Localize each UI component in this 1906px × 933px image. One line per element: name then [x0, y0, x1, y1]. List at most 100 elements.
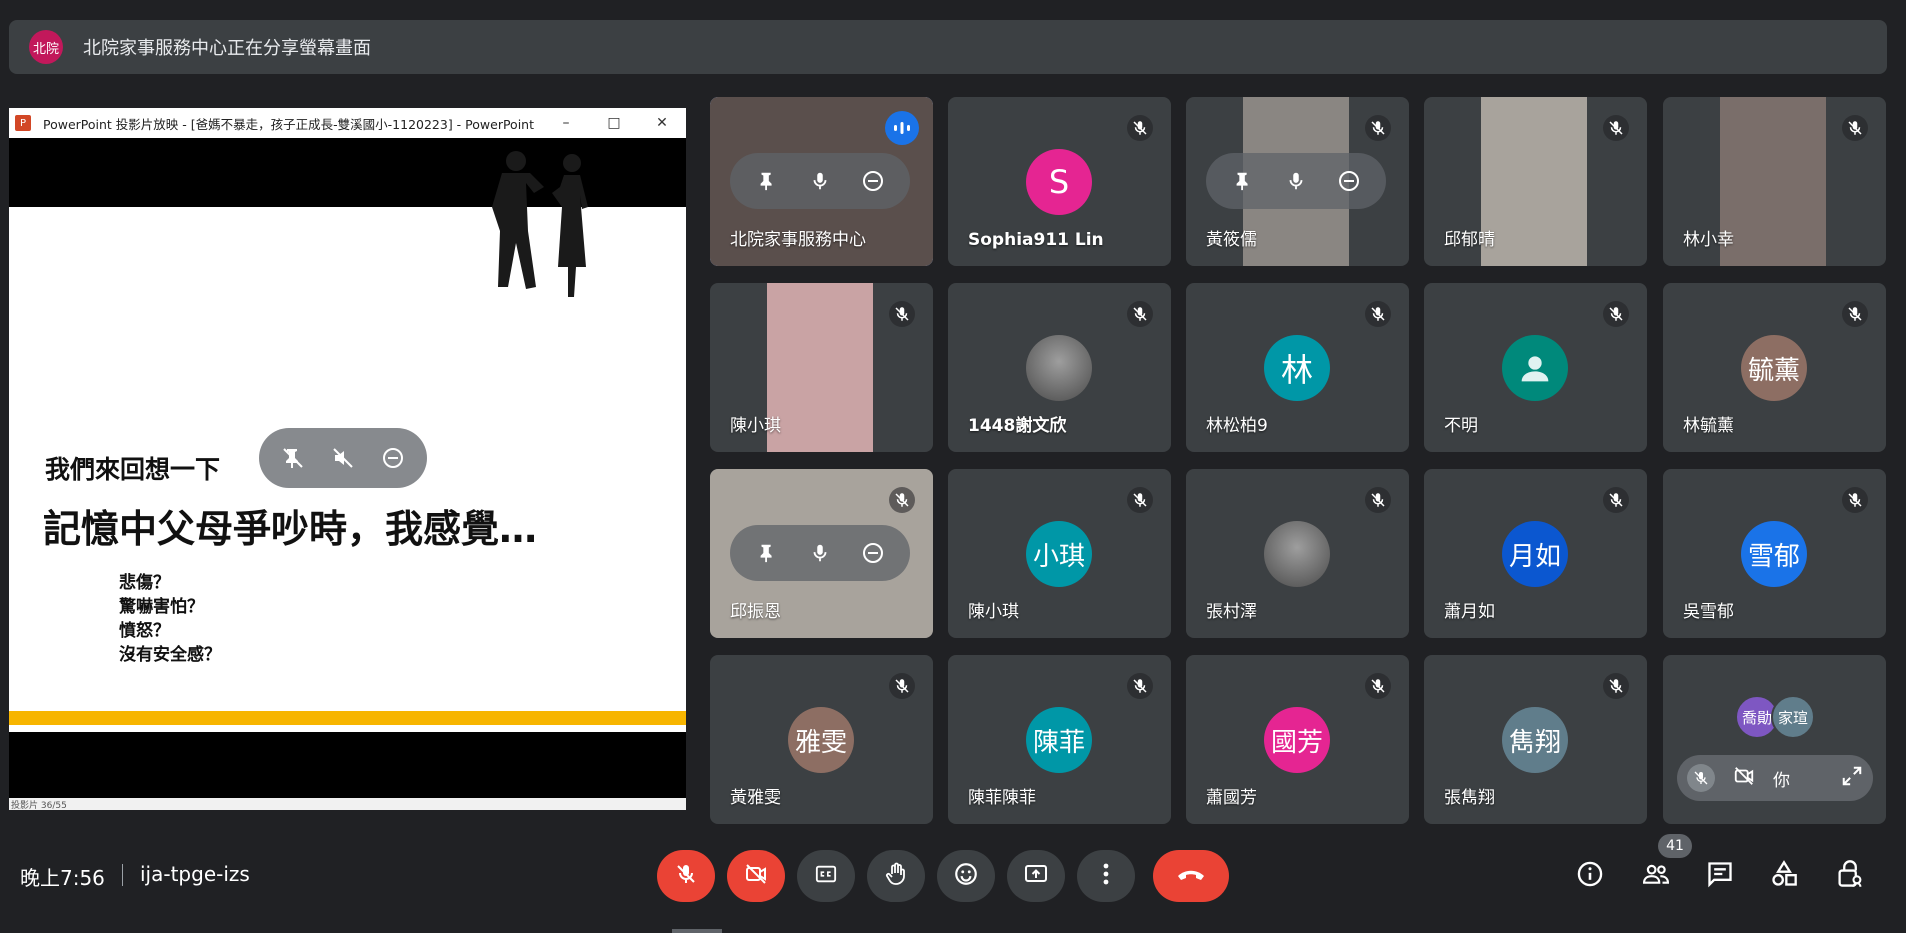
- meeting-code: ija-tpge-izs: [140, 862, 250, 886]
- mute-off-icon[interactable]: [327, 442, 359, 474]
- participant-name: 黃筱儒: [1206, 230, 1257, 250]
- window-title: PowerPoint 投影片放映 - [爸媽不暴走，孩子正成長-雙溪國小-112…: [43, 116, 534, 132]
- captions-button[interactable]: [797, 850, 855, 902]
- participant-tile[interactable]: 黃筱儒: [1186, 97, 1409, 266]
- participant-name: 林小幸: [1683, 230, 1734, 250]
- presenter-avatar: 北院: [29, 30, 63, 64]
- participant-tile[interactable]: 陳小琪: [710, 283, 933, 452]
- people-icon: [1641, 861, 1671, 891]
- participant-tile[interactable]: 北院家事服務中心: [710, 97, 933, 266]
- mic-off-icon: [1127, 115, 1153, 141]
- participant-tile[interactable]: 雋翔 張雋翔: [1424, 655, 1647, 824]
- participant-avatar: 毓薰: [1741, 335, 1807, 401]
- participant-tile[interactable]: 林林松柏9: [1186, 283, 1409, 452]
- participant-avatar: 雅雯: [788, 707, 854, 773]
- hand-icon: [884, 861, 908, 891]
- participant-tile[interactable]: 1448謝文欣: [948, 283, 1171, 452]
- tile-hover-controls: [730, 153, 910, 209]
- participant-tile[interactable]: 林小幸: [1663, 97, 1886, 266]
- pin-icon[interactable]: [1228, 166, 1258, 196]
- participant-tile[interactable]: 邱振恩: [710, 469, 933, 638]
- participant-name: 黃雅雯: [730, 788, 781, 808]
- mute-participant-icon[interactable]: [805, 538, 835, 568]
- participant-name: 邱郁晴: [1444, 230, 1495, 250]
- shared-screen: P PowerPoint 投影片放映 - [爸媽不暴走，孩子正成長-雙溪國小-1…: [9, 108, 686, 810]
- close-icon: ✕: [656, 115, 668, 131]
- slide-heading: 記憶中父母爭吵時，我感覺…: [43, 507, 538, 551]
- participant-video: [1481, 97, 1587, 266]
- shapes-icon: [1770, 860, 1798, 892]
- present-screen-icon: [1022, 862, 1050, 890]
- mic-button[interactable]: [657, 850, 715, 902]
- participant-name: 吳雪郁: [1683, 602, 1734, 622]
- chat-icon: [1706, 860, 1734, 892]
- mic-off-icon: [1365, 115, 1391, 141]
- mic-off-icon: [1603, 115, 1629, 141]
- mic-off-icon: [1842, 301, 1868, 327]
- participant-tile[interactable]: 陳菲 陳菲陳菲: [948, 655, 1171, 824]
- mic-off-icon: [1603, 301, 1629, 327]
- participant-tile[interactable]: S Sophia911 Lin: [948, 97, 1171, 266]
- presenting-banner: 北院 北院家事服務中心正在分享螢幕畫面: [9, 20, 1887, 74]
- slide-list-item: 驚嚇害怕？: [119, 597, 204, 617]
- mic-off-icon: [1127, 301, 1153, 327]
- mic-off-icon[interactable]: [1687, 764, 1715, 792]
- mic-off-icon: [674, 862, 698, 890]
- participant-tile[interactable]: 國芳 蕭國芳: [1186, 655, 1409, 824]
- remove-icon[interactable]: [377, 442, 409, 474]
- present-button[interactable]: [1007, 850, 1065, 902]
- tile-hover-controls: [730, 525, 910, 581]
- pin-icon[interactable]: [752, 538, 782, 568]
- participant-name: 蕭月如: [1444, 602, 1495, 622]
- slide-accent-bar: [9, 711, 686, 725]
- participant-tile[interactable]: 月如 蕭月如: [1424, 469, 1647, 638]
- divider: [672, 929, 722, 933]
- mute-participant-icon[interactable]: [805, 166, 835, 196]
- participant-avatar: 小琪: [1026, 521, 1092, 587]
- mute-participant-icon[interactable]: [1281, 166, 1311, 196]
- host-controls-button[interactable]: [1830, 856, 1870, 896]
- camera-button[interactable]: [727, 850, 785, 902]
- self-tile[interactable]: 喬勛 家瑄 你: [1663, 655, 1886, 824]
- mic-off-icon: [1127, 673, 1153, 699]
- presenting-banner-text: 北院家事服務中心正在分享螢幕畫面: [83, 38, 371, 59]
- pin-off-icon[interactable]: [277, 442, 309, 474]
- participant-name: 北院家事服務中心: [730, 230, 866, 250]
- participant-avatar: 林: [1264, 335, 1330, 401]
- slide-subtitle: 我們來回想一下: [45, 455, 221, 484]
- camera-off-icon[interactable]: [1731, 765, 1757, 791]
- participant-avatar: 雪郁: [1741, 521, 1807, 587]
- expand-icon[interactable]: [1841, 765, 1863, 791]
- pin-icon[interactable]: [752, 166, 782, 196]
- people-button[interactable]: [1636, 856, 1676, 896]
- remove-icon[interactable]: [858, 166, 888, 196]
- mini-avatar: 家瑄: [1771, 695, 1815, 739]
- participant-tile[interactable]: 張村澤: [1186, 469, 1409, 638]
- remove-icon[interactable]: [858, 538, 888, 568]
- reactions-button[interactable]: [937, 850, 995, 902]
- participant-avatar: 月如: [1502, 521, 1568, 587]
- participant-tile[interactable]: 雅雯 黃雅雯: [710, 655, 933, 824]
- participant-avatar: [1502, 335, 1568, 401]
- participant-tile[interactable]: 小琪 陳小琪: [948, 469, 1171, 638]
- remove-icon[interactable]: [1334, 166, 1364, 196]
- more-options-button[interactable]: [1077, 850, 1135, 902]
- activities-button[interactable]: [1764, 856, 1804, 896]
- mic-off-icon: [889, 301, 915, 327]
- slide-list-item: 悲傷？: [119, 573, 170, 593]
- raise-hand-button[interactable]: [867, 850, 925, 902]
- participant-name: 陳小琪: [730, 416, 781, 436]
- slide-list-item: 沒有安全感？: [119, 645, 221, 665]
- leave-call-button[interactable]: [1153, 850, 1229, 902]
- participant-tile[interactable]: 毓薰 林毓薰: [1663, 283, 1886, 452]
- participant-tile[interactable]: 雪郁 吳雪郁: [1663, 469, 1886, 638]
- meeting-info-button[interactable]: [1570, 856, 1610, 896]
- tile-hover-controls[interactable]: [259, 428, 427, 488]
- mic-off-icon: [1127, 487, 1153, 513]
- meeting-time: 晚上7:56: [20, 866, 105, 890]
- mic-off-icon: [1603, 487, 1629, 513]
- participant-tile[interactable]: 邱郁晴: [1424, 97, 1647, 266]
- chat-button[interactable]: [1700, 856, 1740, 896]
- participant-tile[interactable]: 不明: [1424, 283, 1647, 452]
- participant-avatar: 陳菲: [1026, 707, 1092, 773]
